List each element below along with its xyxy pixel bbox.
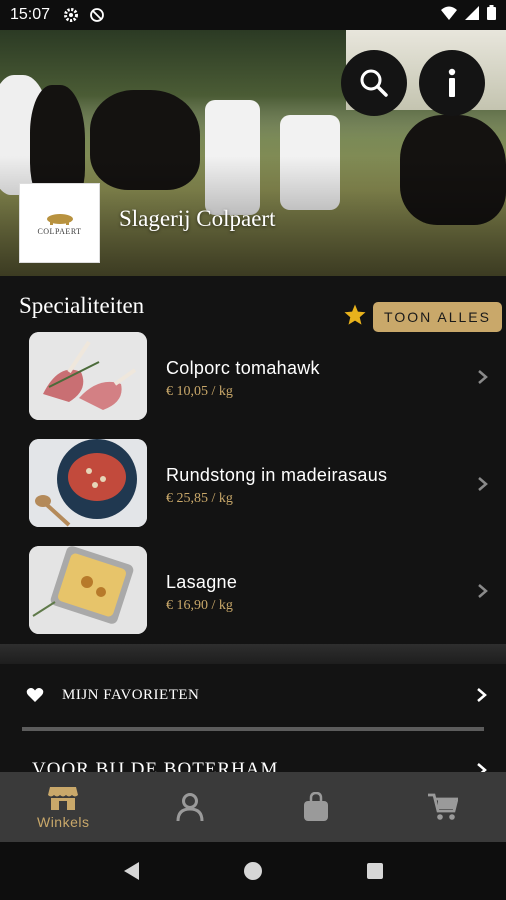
bottom-tab-bar: Winkels bbox=[0, 772, 506, 842]
logo-pig-icon bbox=[46, 213, 73, 225]
settings-gear-icon bbox=[64, 8, 79, 22]
product-price: € 16,90 / kg bbox=[166, 598, 233, 613]
system-nav-bar bbox=[0, 842, 506, 900]
product-item[interactable]: Rundstong in madeirasaus € 25,85 / kg bbox=[0, 439, 506, 531]
product-price: € 10,05 / kg bbox=[166, 384, 233, 399]
tab-bag[interactable] bbox=[253, 772, 380, 842]
product-image bbox=[29, 546, 147, 634]
product-name: Colporc tomahawk bbox=[166, 358, 320, 378]
wifi-icon bbox=[441, 6, 457, 25]
chevron-right-icon bbox=[478, 477, 488, 491]
tab-cart[interactable] bbox=[380, 772, 506, 842]
heart-icon bbox=[26, 688, 44, 702]
back-icon[interactable] bbox=[122, 861, 140, 881]
product-image bbox=[29, 439, 147, 527]
product-name: Lasagne bbox=[166, 572, 238, 592]
logo-text: COLPAERT bbox=[37, 226, 82, 236]
product-item[interactable]: Lasagne € 16,90 / kg bbox=[0, 546, 506, 638]
product-image bbox=[29, 332, 147, 420]
product-item[interactable]: Colporc tomahawk € 10,05 / kg bbox=[0, 332, 506, 424]
status-time: 15:07 bbox=[10, 6, 51, 23]
chevron-right-icon bbox=[478, 584, 488, 598]
tab-account[interactable] bbox=[127, 772, 254, 842]
battery-icon bbox=[487, 5, 496, 25]
bag-icon bbox=[304, 792, 329, 821]
cart-icon bbox=[427, 793, 458, 820]
home-icon[interactable] bbox=[243, 861, 263, 881]
info-icon bbox=[448, 68, 456, 97]
tab-winkels[interactable]: Winkels bbox=[0, 772, 127, 842]
info-button[interactable] bbox=[419, 50, 485, 116]
favorites-label: MIJN FAVORIETEN bbox=[62, 686, 200, 703]
product-name: Rundstong in madeirasaus bbox=[166, 465, 388, 485]
section-divider bbox=[0, 644, 506, 664]
shop-name: Slagerij Colpaert bbox=[119, 206, 276, 231]
person-icon bbox=[176, 793, 204, 822]
section-title-specialiteiten: Specialiteiten bbox=[19, 293, 145, 318]
show-all-button[interactable]: TOON ALLES bbox=[373, 302, 502, 332]
favorites-row[interactable]: MIJN FAVORIETEN bbox=[0, 668, 506, 722]
shop-logo: COLPAERT bbox=[19, 183, 100, 263]
chevron-right-icon bbox=[478, 370, 488, 384]
star-icon bbox=[344, 304, 366, 325]
do-not-disturb-icon bbox=[90, 8, 104, 22]
menu-divider bbox=[22, 727, 484, 731]
recents-icon[interactable] bbox=[366, 862, 384, 880]
tab-label: Winkels bbox=[36, 813, 90, 830]
search-button[interactable] bbox=[341, 50, 407, 116]
store-icon bbox=[48, 786, 79, 810]
status-bar: 15:07 bbox=[0, 0, 506, 30]
product-price: € 25,85 / kg bbox=[166, 491, 233, 506]
search-icon bbox=[360, 69, 388, 97]
chevron-right-icon bbox=[477, 688, 487, 702]
signal-icon bbox=[465, 5, 479, 25]
